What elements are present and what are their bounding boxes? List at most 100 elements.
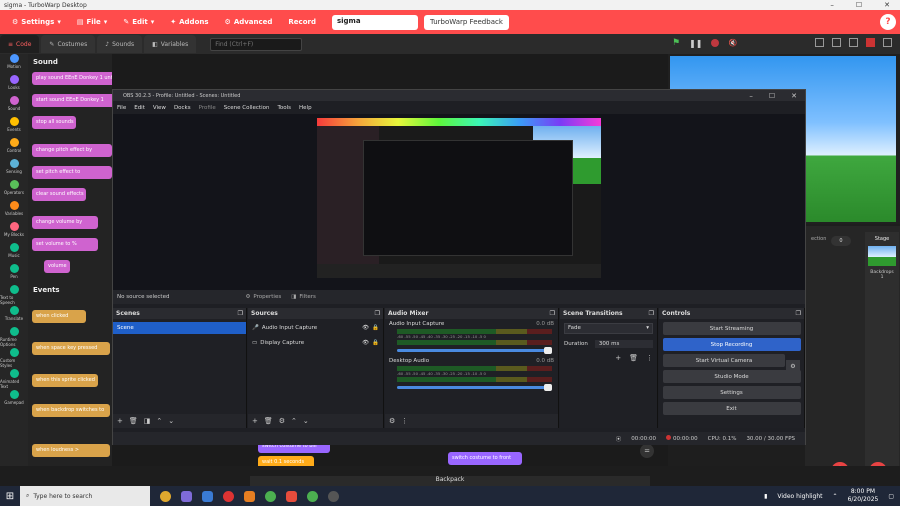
studio-mode-button[interactable]: Studio Mode [662,370,801,383]
obs-close-icon[interactable]: ✕ [791,92,797,100]
fullscreen-icon[interactable] [866,38,875,47]
source-item[interactable]: 🎤 Audio Input Capture 👁 🔒 [248,322,383,334]
obs-menu-docks[interactable]: Docks [174,105,191,111]
tab-costumes[interactable]: ✎ Costumes [41,35,96,53]
category-translate[interactable]: Translate [0,306,28,327]
category-text-to-speech[interactable]: Text to Speech [0,285,28,306]
taskbar-search-input[interactable]: ⌕ Type here to search [20,486,150,506]
pause-icon[interactable]: ❚❚ [689,39,702,48]
obs-maximize-icon[interactable]: ☐ [769,92,775,100]
category-runtime-options[interactable]: Runtime Options [0,327,28,348]
category-looks[interactable]: Looks [0,75,28,96]
volume-slider[interactable] [397,347,552,354]
category-animated-text[interactable]: Animated Text [0,369,28,390]
video-highlight-icon[interactable]: ▮ [764,493,767,500]
minimize-icon[interactable]: – [830,1,834,9]
category-pen[interactable]: Pen [0,264,28,285]
filter-icon[interactable]: ◨ [144,417,151,425]
category-motion[interactable]: Motion [0,54,28,75]
turbowarp-icon[interactable] [286,490,297,502]
block-when-sprite-clicked[interactable]: when this sprite clicked [32,374,98,387]
category-music[interactable]: Music [0,243,28,264]
obs-menu-scene-collection[interactable]: Scene Collection [224,105,270,111]
green-flag-icon[interactable]: ⚑ [672,38,680,48]
weather-icon[interactable] [160,490,171,502]
category-sensing[interactable]: Sensing [0,159,28,180]
category-sound[interactable]: Sound [0,96,28,117]
y-value-field[interactable]: 0 [831,236,851,246]
add-icon[interactable]: + [117,417,123,425]
obs-menu-view[interactable]: View [153,105,166,111]
app-icon[interactable] [244,490,255,502]
lock-icon[interactable]: 🔒 [372,325,379,331]
block-change-volume[interactable]: change volume by [32,216,98,229]
obs-menu-tools[interactable]: Tools [277,105,291,111]
help-icon[interactable]: ? [880,14,896,30]
advanced-menu[interactable]: ⚙ Advanced [217,18,281,26]
tab-sounds[interactable]: ♪ Sounds [97,35,143,53]
obs-menu-edit[interactable]: Edit [134,105,145,111]
undock-icon[interactable]: ❐ [238,310,243,317]
remove-icon[interactable]: 🗑 [129,417,138,425]
code-block-switch-costume-front[interactable]: switch costume to front [448,452,522,465]
stage-selector[interactable]: Stage Backdrops 1 [865,232,899,466]
category-gamepad[interactable]: Gamepad [0,390,28,411]
virtual-camera-settings-icon[interactable]: ⚙ [786,360,800,373]
block-when-key-pressed[interactable]: when space key pressed [32,342,110,355]
block-when-loudness[interactable]: when loudness > [32,444,110,457]
category-my-blocks[interactable]: My Blocks [0,222,28,243]
category-variables[interactable]: Variables [0,201,28,222]
backpack[interactable]: Backpack [250,476,650,486]
exit-button[interactable]: Exit [662,402,801,415]
maximize-icon[interactable]: ☐ [856,1,862,9]
file-menu[interactable]: ▤ File ▾ [69,18,115,26]
properties-button[interactable]: ⚙ Properties [245,294,281,300]
remove-icon[interactable]: 🗑 [629,354,638,362]
block-set-volume[interactable]: set volume to % [32,238,98,251]
addons-menu[interactable]: ✦ Addons [162,18,216,26]
tab-variables[interactable]: ◧ Variables [144,35,197,53]
category-operators[interactable]: Operators [0,180,28,201]
windows-start-icon[interactable]: ⊞ [0,486,20,506]
up-icon[interactable]: ⌃ [156,417,162,425]
obs-menu-file[interactable]: File [117,105,126,111]
stop-recording-button[interactable]: Stop Recording [662,338,801,351]
zoom-reset-icon[interactable]: = [640,444,654,458]
volume-slider[interactable] [397,384,552,391]
settings-menu[interactable]: ⚙ Settings ▾ [4,18,69,26]
record-menu[interactable]: Record [280,18,324,26]
advanced-audio-icon[interactable]: ⚙ [389,417,395,425]
category-control[interactable]: Control [0,138,28,159]
category-custom-styles[interactable]: Custom Styles [0,348,28,369]
chevron-up-icon[interactable]: ⌃ [833,493,838,500]
edge-icon[interactable] [202,490,213,502]
popout-icon[interactable] [883,38,892,47]
eye-icon[interactable]: 👁 [362,325,369,331]
block-stop-all-sounds[interactable]: stop all sounds [32,116,76,129]
obs-icon[interactable] [328,490,339,502]
menu-icon[interactable]: ⋮ [646,354,653,362]
menu-icon[interactable]: ⋮ [401,417,408,425]
block-volume-reporter[interactable]: volume [44,260,70,273]
start-streaming-button[interactable]: Start Streaming [662,322,801,335]
chrome-icon[interactable] [307,490,318,502]
find-input[interactable]: Find (Ctrl+F) [210,37,303,51]
down-icon[interactable]: ⌄ [168,417,174,425]
large-stage-icon[interactable] [849,38,858,47]
project-title-input[interactable]: sigma [331,14,418,30]
tab-code[interactable]: ≡ Code [0,35,40,53]
stop-icon[interactable] [711,39,720,47]
add-icon[interactable]: + [615,354,621,362]
source-item[interactable]: ▭ Display Capture 👁 🔒 [248,337,383,349]
block-when-flag-clicked[interactable]: when clicked [32,310,86,323]
duration-input[interactable]: 300 ms [594,340,653,348]
transition-select[interactable]: Fade ▾ [564,323,653,334]
gear-icon[interactable]: ⚙ [279,417,285,425]
small-stage-icon[interactable] [832,38,841,47]
block-set-effect[interactable]: set pitch effect to [32,166,112,179]
clock[interactable]: 8:00 PM 6/20/2025 [848,488,879,504]
mute-icon[interactable]: 🔇 [728,39,737,47]
scene-item[interactable]: Scene [113,322,246,334]
notification-icon[interactable]: ▢ [888,493,894,500]
lock-icon[interactable]: 🔒 [372,340,379,346]
